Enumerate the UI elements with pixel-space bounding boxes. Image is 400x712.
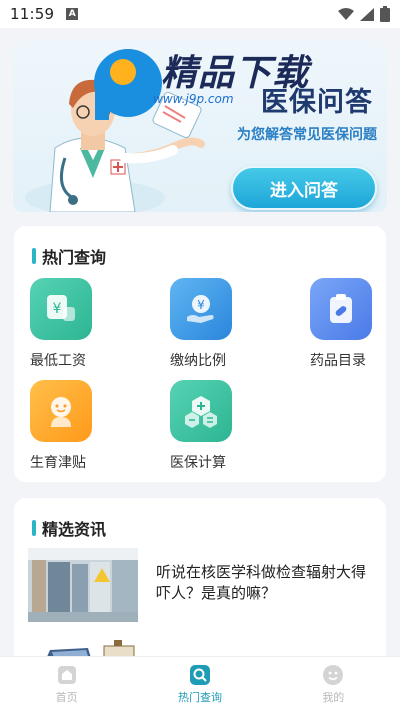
wifi-icon — [338, 8, 354, 20]
watermark-logo — [94, 49, 162, 120]
medicine-clipboard-icon — [310, 278, 372, 340]
hot-item-maternity-allowance[interactable]: 生育津贴 — [30, 380, 120, 472]
hot-query-title-text: 热门查询 — [42, 248, 107, 267]
news-title-text: 精选资讯 — [42, 520, 107, 539]
nav-profile[interactable]: 我的 — [267, 657, 400, 712]
nav-hot-query[interactable]: 热门查询 — [133, 657, 266, 712]
hot-item-label: 药品目录 — [310, 353, 366, 369]
nav-label: 我的 — [322, 691, 345, 704]
banner-subtitle: 为您解答常见医保问题 — [237, 127, 377, 143]
svg-text:¥: ¥ — [53, 301, 62, 317]
enter-qa-button[interactable]: 进入问答 — [231, 166, 377, 210]
status-icons — [338, 6, 390, 22]
hot-item-label: 缴纳比例 — [170, 353, 226, 369]
hot-query-card: 热门查询 ¥ 最低工资 ¥ 缴纳比例 药品目录 生育津贴 医保计算 — [14, 226, 386, 482]
notification-a-icon: A — [66, 8, 79, 20]
signal-icon — [360, 7, 374, 21]
title-accent-bar — [32, 520, 36, 536]
calculator-icon — [170, 380, 232, 442]
hot-item-drug-catalog[interactable]: 药品目录 — [310, 278, 400, 370]
battery-icon — [380, 6, 390, 22]
hot-item-label: 生育津贴 — [30, 455, 86, 471]
news-headline: 听说在核医学科做检查辐射大得吓人？是真的嘛？ — [156, 563, 367, 602]
news-item[interactable]: 听说在核医学科做检查辐射大得吓人？是真的嘛？ — [28, 548, 372, 624]
bottom-nav: 首页 热门查询 我的 — [0, 656, 400, 712]
title-accent-bar — [32, 248, 36, 264]
search-icon — [189, 665, 210, 685]
news-thumbnail-partial — [28, 636, 138, 656]
status-time: 11:59 — [10, 5, 55, 23]
home-icon — [57, 666, 76, 684]
hot-query-title: 热门查询 — [32, 244, 106, 268]
nav-label: 首页 — [55, 691, 78, 704]
nav-label: 热门查询 — [177, 691, 222, 704]
banner-title: 医保问答 — [261, 87, 373, 118]
featured-news-card: 精选资讯 听说在核医学科做检查辐射大得吓人？是真的嘛？ — [14, 498, 386, 656]
nav-home[interactable]: 首页 — [0, 657, 133, 712]
status-bar: 11:59 A — [0, 0, 400, 28]
watermark-url: www.j9p.com — [153, 92, 234, 106]
news-thumbnail — [28, 548, 138, 622]
hot-item-insurance-calc[interactable]: 医保计算 — [170, 380, 260, 472]
main-content[interactable]: 精品下载 www.j9p.com 医保问答 为您解答常见医保问题 进入问答 热门… — [0, 28, 400, 656]
profile-icon — [323, 665, 344, 685]
hot-item-label: 医保计算 — [170, 455, 226, 471]
hot-item-min-wage[interactable]: ¥ 最低工资 — [30, 278, 120, 370]
yuan-hand-icon: ¥ — [170, 278, 232, 340]
hot-item-label: 最低工资 — [30, 353, 86, 369]
hot-item-contribution-ratio[interactable]: ¥ 缴纳比例 — [170, 278, 260, 370]
baby-icon — [30, 380, 92, 442]
banner[interactable]: 精品下载 www.j9p.com 医保问答 为您解答常见医保问题 进入问答 — [13, 40, 387, 212]
wage-yuan-icon: ¥ — [30, 278, 92, 340]
news-title: 精选资讯 — [32, 516, 106, 540]
svg-text:¥: ¥ — [197, 298, 205, 312]
